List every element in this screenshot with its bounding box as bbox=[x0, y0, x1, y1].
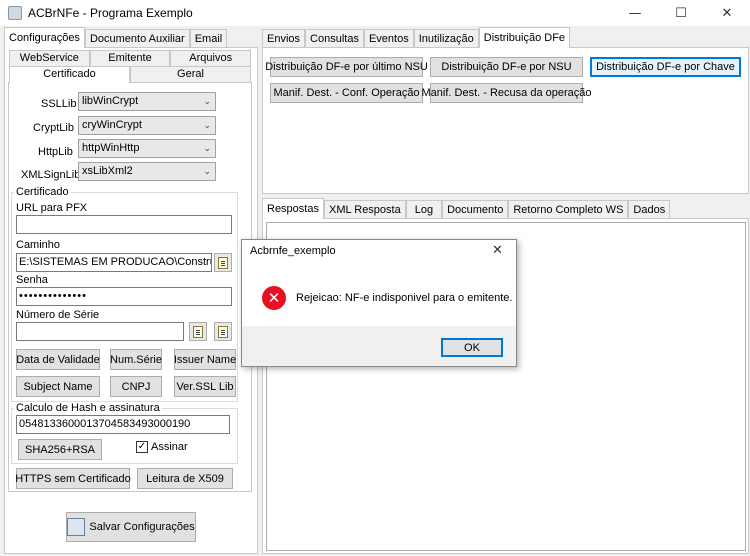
subtab-row-2: Certificado Geral bbox=[9, 66, 251, 83]
browse-caminho-button[interactable] bbox=[214, 253, 232, 272]
left-tab-strip: Configurações Documento Auxiliar Email bbox=[4, 27, 228, 48]
httplib-select[interactable]: httpWinHttp ⌄ bbox=[78, 139, 216, 158]
chevron-down-icon: ⌄ bbox=[203, 96, 211, 106]
close-icon[interactable]: ✕ bbox=[704, 0, 750, 26]
tab-log[interactable]: Log bbox=[405, 200, 443, 219]
dialog-title: Acbrnfe_exemplo bbox=[250, 245, 336, 257]
subtab-geral[interactable]: Geral bbox=[130, 66, 251, 82]
xmlsignlib-label: XMLSignLib bbox=[21, 169, 81, 181]
leitura-x509-button[interactable]: Leitura de X509 bbox=[137, 468, 233, 489]
url-pfx-input[interactable] bbox=[16, 215, 232, 234]
cryptlib-label: CryptLib bbox=[33, 122, 74, 134]
tab-envios[interactable]: Envios bbox=[262, 29, 306, 48]
error-icon: ✕ bbox=[262, 286, 286, 310]
senha-input[interactable]: •••••••••••••• bbox=[16, 287, 232, 306]
dialog-message: Rejeicao: NF-e indisponivel para o emite… bbox=[296, 292, 513, 304]
ssllib-label: SSLLib bbox=[41, 98, 77, 110]
xmlsignlib-value: xsLibXml2 bbox=[82, 165, 133, 177]
dialog-close-icon[interactable]: ✕ bbox=[492, 243, 503, 258]
subtab-arquivos[interactable]: Arquivos bbox=[170, 50, 252, 66]
issuer-name-button[interactable]: Issuer Name bbox=[174, 349, 236, 370]
bottom-tab-strip: Respostas XML Resposta Log Documento Ret… bbox=[262, 198, 671, 219]
chevron-down-icon: ⌄ bbox=[203, 166, 211, 176]
tab-documento[interactable]: Documento bbox=[442, 200, 509, 219]
num-serie-button[interactable]: Num.Série bbox=[110, 349, 162, 370]
assinar-checkbox[interactable]: ✓ bbox=[136, 441, 148, 453]
salvar-configuracoes-label: Salvar Configurações bbox=[89, 521, 195, 533]
file-icon bbox=[218, 256, 228, 269]
app-icon bbox=[8, 6, 22, 20]
distribuicao-por-nsu-button[interactable]: Distribuição DF-e por NSU bbox=[430, 57, 583, 77]
httplib-value: httpWinHttp bbox=[82, 142, 140, 154]
hash-input[interactable]: 05481336000137045834930001​90 bbox=[16, 415, 230, 434]
subtab-webservice[interactable]: WebService bbox=[9, 50, 90, 66]
cnpj-button[interactable]: CNPJ bbox=[110, 376, 162, 397]
subtab-certificado[interactable]: Certificado bbox=[9, 66, 130, 83]
tab-consultas[interactable]: Consultas bbox=[305, 29, 364, 48]
xmlsignlib-select[interactable]: xsLibXml2 ⌄ bbox=[78, 162, 216, 181]
tab-dados[interactable]: Dados bbox=[628, 200, 671, 219]
ssllib-value: libWinCrypt bbox=[82, 95, 139, 107]
save-icon bbox=[67, 518, 86, 536]
caminho-label: Caminho bbox=[16, 239, 61, 251]
subject-name-button[interactable]: Subject Name bbox=[16, 376, 100, 397]
tab-documento-auxiliar[interactable]: Documento Auxiliar bbox=[84, 29, 190, 48]
tab-retorno-completo-ws[interactable]: Retorno Completo WS bbox=[508, 200, 629, 219]
distribuicao-ultimo-nsu-button[interactable]: Distribuição DF-e por último NSU bbox=[265, 57, 428, 77]
sha256-rsa-button[interactable]: SHA256+RSA bbox=[18, 439, 102, 460]
chevron-down-icon: ⌄ bbox=[203, 120, 211, 130]
manif-conf-operacao-button[interactable]: Manif. Dest. - Conf. Operação bbox=[270, 83, 423, 103]
tab-eventos[interactable]: Eventos bbox=[363, 29, 414, 48]
assinar-label: Assinar bbox=[151, 441, 188, 453]
hash-group-title: Calculo de Hash e assinatura bbox=[14, 402, 162, 414]
right-tab-strip: Envios Consultas Eventos Inutilização Di… bbox=[262, 27, 571, 48]
chevron-down-icon: ⌄ bbox=[203, 143, 211, 153]
salvar-configuracoes-button[interactable]: Salvar Configurações bbox=[66, 512, 196, 542]
numero-serie-label: Número de Série bbox=[16, 309, 100, 321]
tab-xml-resposta[interactable]: XML Resposta bbox=[323, 200, 406, 219]
httplib-label: HttpLib bbox=[38, 146, 73, 158]
tab-email[interactable]: Email bbox=[189, 29, 228, 48]
maximize-icon[interactable]: ☐ bbox=[658, 0, 704, 26]
file-icon bbox=[193, 325, 203, 338]
subtab-row-1: WebService Emitente Arquivos bbox=[9, 50, 252, 66]
tab-distribuicao-dfe[interactable]: Distribuição DFe bbox=[478, 27, 571, 48]
file-icon bbox=[218, 325, 228, 338]
subtab-emitente[interactable]: Emitente bbox=[89, 50, 171, 66]
https-sem-certificado-button[interactable]: HTTPS sem Certificado bbox=[15, 468, 131, 489]
window-title: ACBrNFe - Programa Exemplo bbox=[28, 6, 193, 20]
senha-label: Senha bbox=[16, 274, 48, 286]
certificado-group-title: Certificado bbox=[14, 186, 71, 198]
error-dialog: Acbrnfe_exemplo ✕ ✕ Rejeicao: NF-e indis… bbox=[241, 239, 517, 367]
url-pfx-label: URL para PFX bbox=[16, 202, 88, 214]
numero-serie-input[interactable] bbox=[16, 322, 184, 341]
data-validade-button[interactable]: Data de Validade bbox=[16, 349, 100, 370]
ok-button[interactable]: OK bbox=[441, 338, 503, 357]
distribuicao-por-chave-button[interactable]: Distribuição DF-e por Chave bbox=[590, 57, 741, 77]
caminho-input[interactable]: E:\SISTEMAS EM PRODUCAO\Construbel\CON bbox=[16, 253, 212, 272]
manif-recusa-operacao-button[interactable]: Manif. Dest. - Recusa da operação bbox=[422, 83, 592, 103]
ver-ssl-lib-button[interactable]: Ver.SSL Lib bbox=[174, 376, 236, 397]
cryptlib-value: cryWinCrypt bbox=[82, 119, 142, 131]
tab-inutilizacao[interactable]: Inutilização bbox=[413, 29, 479, 48]
serie-lookup-button[interactable] bbox=[189, 322, 207, 341]
cryptlib-select[interactable]: cryWinCrypt ⌄ bbox=[78, 116, 216, 135]
tab-configuracoes[interactable]: Configurações bbox=[4, 27, 85, 48]
minimize-icon[interactable]: — bbox=[612, 0, 658, 26]
ssllib-select[interactable]: libWinCrypt ⌄ bbox=[78, 92, 216, 111]
serie-select-button[interactable] bbox=[214, 322, 232, 341]
tab-respostas[interactable]: Respostas bbox=[262, 198, 324, 219]
